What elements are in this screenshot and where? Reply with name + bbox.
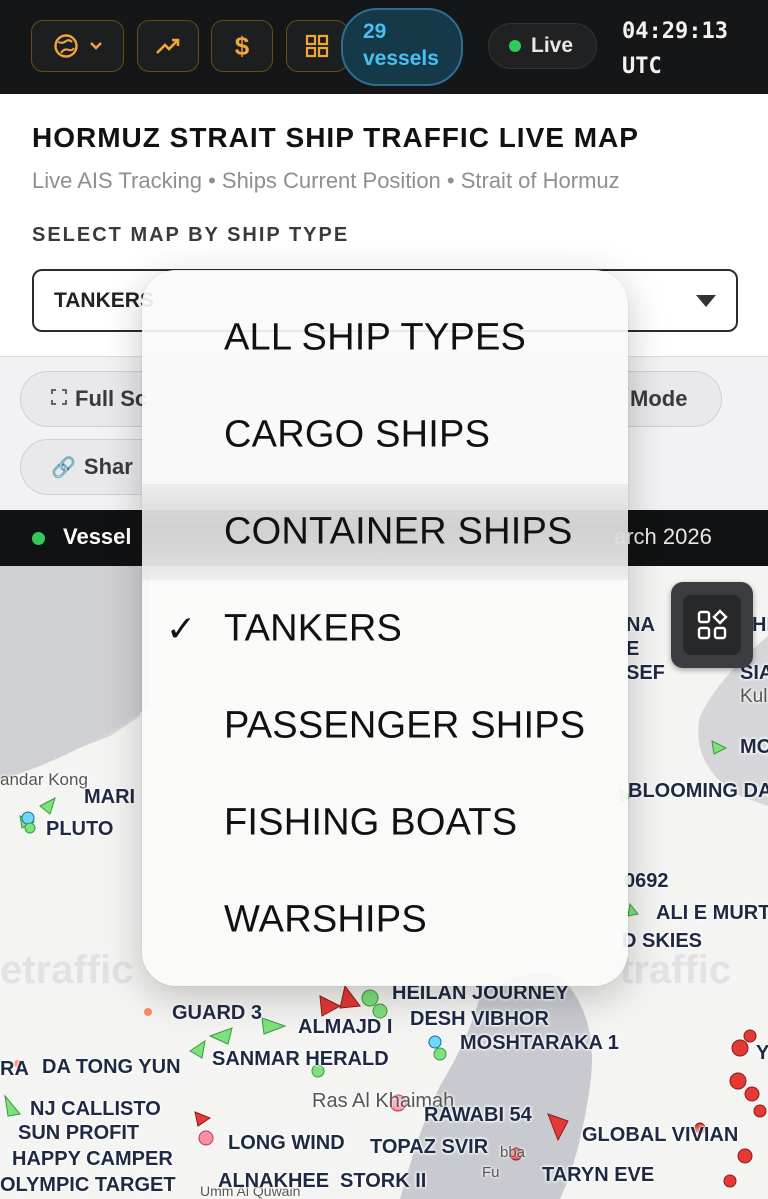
ship-type-dropdown-menu: ALL SHIP TYPES CARGO SHIPS CONTAINER SHI… — [142, 270, 628, 986]
menu-option-cargo-ships[interactable]: CARGO SHIPS — [142, 387, 628, 483]
menu-option-tankers[interactable]: ✓ TANKERS — [142, 581, 628, 677]
ship-label[interactable]: TARYN EVE — [542, 1164, 654, 1187]
ship-label[interactable]: E — [626, 638, 639, 661]
grid-button[interactable] — [286, 20, 348, 72]
trending-up-icon — [154, 35, 182, 57]
ship-label[interactable]: RAWABI 54 — [424, 1104, 532, 1127]
ship-label[interactable]: ALMAJD I — [298, 1016, 392, 1039]
clock-timezone: UTC — [622, 54, 662, 79]
menu-option-passenger-ships[interactable]: PASSENGER SHIPS — [142, 678, 628, 774]
menu-option-warships[interactable]: WARSHIPS — [142, 872, 628, 968]
place-dibba: bba — [500, 1144, 526, 1161]
ship-label[interactable]: ALNAKHEE — [218, 1170, 329, 1193]
ship-label[interactable]: 0692 — [624, 870, 669, 893]
map-watermark-right: traffic — [620, 948, 732, 992]
page-subtitle: Live AIS Tracking • Ships Current Positi… — [32, 168, 620, 193]
link-icon: 🔗 — [51, 456, 76, 479]
grid-icon — [305, 34, 329, 58]
ship-label[interactable]: SANMAR HERALD — [212, 1048, 389, 1071]
menu-option-label: TANKERS — [224, 607, 403, 650]
menu-option-fishing-boats[interactable]: FISHING BOATS — [142, 775, 628, 871]
menu-option-label: PASSENGER SHIPS — [224, 704, 586, 747]
full-screen-label: Full Sc — [75, 386, 148, 411]
menu-option-label: CONTAINER SHIPS — [224, 510, 573, 553]
ship-label[interactable]: D SKIES — [622, 930, 702, 953]
land-north-left — [0, 566, 150, 781]
ship-label[interactable]: RA — [0, 1058, 29, 1081]
ship-label[interactable]: PLUTO — [46, 818, 113, 841]
ship-label[interactable]: NA — [626, 614, 655, 637]
checkmark-icon: ✓ — [166, 608, 197, 649]
share-label: Shar — [83, 454, 133, 479]
trends-button[interactable] — [137, 20, 199, 72]
ship-label[interactable]: LONG WIND — [228, 1132, 345, 1155]
caret-down-icon — [696, 295, 716, 307]
vessel-count-unit: vessels — [363, 47, 439, 70]
globe-menu-button[interactable] — [31, 20, 124, 72]
dollar-icon: $ — [234, 30, 250, 61]
vessel-count: 29 — [363, 20, 387, 43]
status-label: Vessel — [63, 524, 132, 549]
ship-label[interactable]: GLOBAL VIVIAN — [582, 1124, 738, 1147]
menu-option-container-ships[interactable]: CONTAINER SHIPS — [142, 484, 628, 580]
ship-label[interactable]: MO — [740, 736, 768, 759]
chevron-down-icon — [89, 41, 103, 51]
layers-icon — [683, 595, 741, 655]
map-layers-button[interactable] — [671, 582, 753, 668]
place-fu: Fu — [482, 1164, 500, 1181]
ship-label[interactable]: OLYMPIC TARGET — [0, 1174, 176, 1197]
menu-option-label: ALL SHIP TYPES — [224, 316, 527, 359]
menu-option-label: FISHING BOATS — [224, 801, 518, 844]
ship-label[interactable]: MARI — [84, 786, 135, 809]
ship-label[interactable]: HN — [752, 614, 768, 637]
ship-label[interactable]: ALI E MURT — [656, 902, 768, 925]
prices-button[interactable]: $ — [211, 20, 273, 72]
map-watermark-left: etraffic — [0, 948, 134, 992]
live-label: Live — [531, 34, 574, 57]
menu-option-label: CARGO SHIPS — [224, 413, 491, 456]
ship-label[interactable]: HAPPY CAMPER — [12, 1148, 173, 1171]
ship-label[interactable]: BLOOMING DA — [628, 780, 768, 803]
ship-label[interactable]: MOSHTARAKA 1 — [460, 1032, 619, 1055]
live-indicator[interactable]: Live — [488, 23, 597, 69]
mode-label: Mode — [630, 386, 688, 411]
ship-type-select-label: SELECT MAP BY SHIP TYPE — [32, 224, 350, 246]
ship-label[interactable]: SUN PROFIT — [18, 1122, 139, 1145]
utc-clock: 04:29:13 UTC — [622, 14, 728, 84]
clock-time: 04:29:13 — [622, 19, 728, 44]
menu-option-all-ship-types[interactable]: ALL SHIP TYPES — [142, 290, 628, 386]
ship-label[interactable]: Y — [756, 1042, 768, 1065]
place-bandar-kong: andar Kong — [0, 770, 88, 789]
top-bar: $ 29 vessels Live 04:29:13 UTC — [0, 0, 768, 94]
place-kul: Kul — [740, 686, 768, 707]
ship-label[interactable]: GUARD 3 — [172, 1002, 262, 1025]
fullscreen-icon — [51, 388, 67, 411]
vessel-count-badge[interactable]: 29 vessels — [341, 8, 463, 86]
status-dot-icon — [32, 532, 45, 545]
menu-option-label: WARSHIPS — [224, 898, 427, 941]
page-title: HORMUZ STRAIT SHIP TRAFFIC LIVE MAP — [32, 122, 639, 153]
live-dot-icon — [509, 40, 521, 52]
ship-label[interactable]: DESH VIBHOR — [410, 1008, 549, 1031]
ship-label[interactable]: TOPAZ SVIR — [370, 1136, 488, 1159]
ship-type-select-value: TANKERS — [54, 289, 154, 312]
ship-label[interactable]: DA TONG YUN — [42, 1056, 181, 1079]
ship-label[interactable]: STORK II — [340, 1170, 426, 1193]
globe-icon — [53, 33, 79, 59]
ship-label[interactable]: NJ CALLISTO — [30, 1098, 161, 1121]
status-date: arch 2026 — [614, 524, 712, 549]
ship-label[interactable]: SEF — [626, 662, 665, 685]
